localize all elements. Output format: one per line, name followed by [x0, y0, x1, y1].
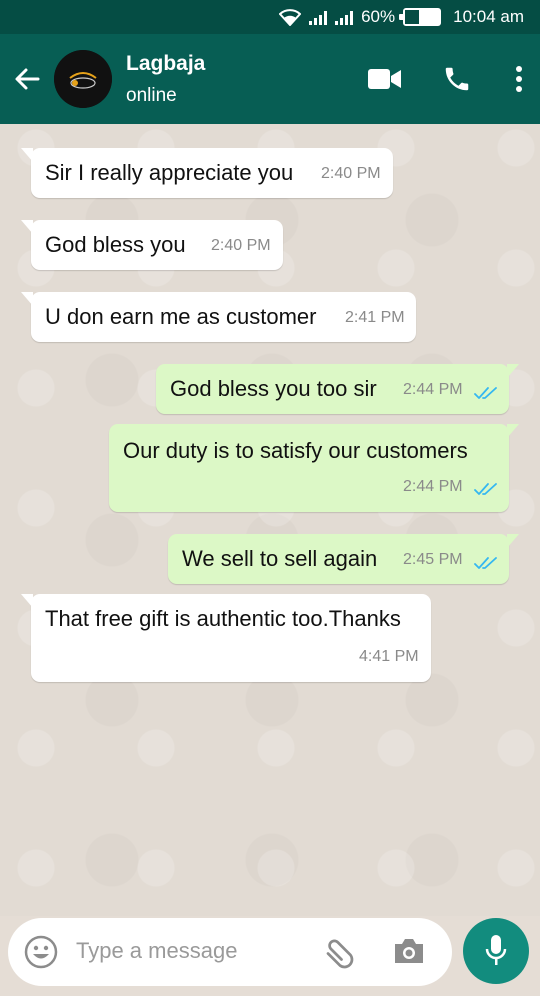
camera-icon[interactable] — [392, 936, 426, 966]
video-call-icon[interactable] — [368, 68, 402, 90]
clock: 10:04 am — [453, 7, 524, 26]
message-time: 2:44 PM — [403, 381, 463, 398]
wifi-icon — [279, 9, 302, 26]
contact-status: online — [126, 85, 177, 106]
arrow-back-icon[interactable] — [12, 64, 42, 94]
message-bubble-outgoing[interactable]: We sell to sell again 2:45 PM — [168, 534, 519, 584]
emoji-icon[interactable] — [24, 935, 58, 969]
message-time: 2:41 PM — [345, 309, 405, 326]
message-bubble-incoming[interactable]: That free gift is authentic too.Thanks 4… — [21, 594, 431, 682]
message-time: 4:41 PM — [359, 648, 419, 665]
message-bubble-incoming[interactable]: God bless you 2:40 PM — [21, 220, 283, 270]
avatar-logo-icon — [54, 50, 112, 108]
contact-name[interactable]: Lagbaja — [126, 52, 205, 76]
signal-icon-2 — [335, 9, 354, 25]
chat-header: Lagbaja online — [0, 34, 540, 124]
mic-icon — [485, 935, 507, 965]
signal-icon — [309, 9, 328, 25]
message-bubble-outgoing[interactable]: Our duty is to satisfy our customers 2:4… — [109, 424, 519, 512]
phone-icon[interactable] — [442, 64, 472, 94]
message-bubble-outgoing[interactable]: God bless you too sir 2:44 PM — [156, 364, 519, 414]
paperclip-icon[interactable] — [322, 934, 358, 970]
message-text: God bless you — [45, 232, 186, 257]
read-receipt-icon — [474, 387, 497, 399]
message-composer[interactable]: Type a message — [8, 918, 452, 986]
message-text: Sir I really appreciate you — [45, 160, 294, 185]
message-time: 2:40 PM — [211, 237, 271, 254]
message-text: Our duty is to satisfy our customers — [123, 438, 468, 463]
message-text: We sell to sell again — [182, 546, 378, 571]
battery-icon — [399, 8, 442, 26]
more-vert-icon[interactable] — [514, 65, 524, 93]
message-text: That free gift is authentic too.Thanks — [45, 606, 401, 631]
message-time: 2:40 PM — [321, 165, 381, 182]
read-receipt-icon — [474, 557, 497, 569]
message-time: 2:44 PM — [403, 478, 463, 495]
message-text: U don earn me as customer — [45, 304, 317, 329]
read-receipt-icon — [474, 483, 497, 495]
message-input[interactable]: Type a message — [76, 938, 237, 964]
battery-percent: 60% — [361, 7, 396, 26]
status-bar: 60% 10:04 am — [0, 0, 540, 34]
mic-button[interactable] — [463, 918, 529, 984]
message-time: 2:45 PM — [403, 551, 463, 568]
message-bubble-incoming[interactable]: Sir I really appreciate you 2:40 PM — [21, 148, 393, 198]
message-text: God bless you too sir — [170, 376, 377, 401]
message-bubble-incoming[interactable]: U don earn me as customer 2:41 PM — [21, 292, 416, 342]
message-list[interactable]: Sir I really appreciate you 2:40 PM God … — [0, 124, 540, 916]
avatar[interactable] — [54, 50, 112, 108]
